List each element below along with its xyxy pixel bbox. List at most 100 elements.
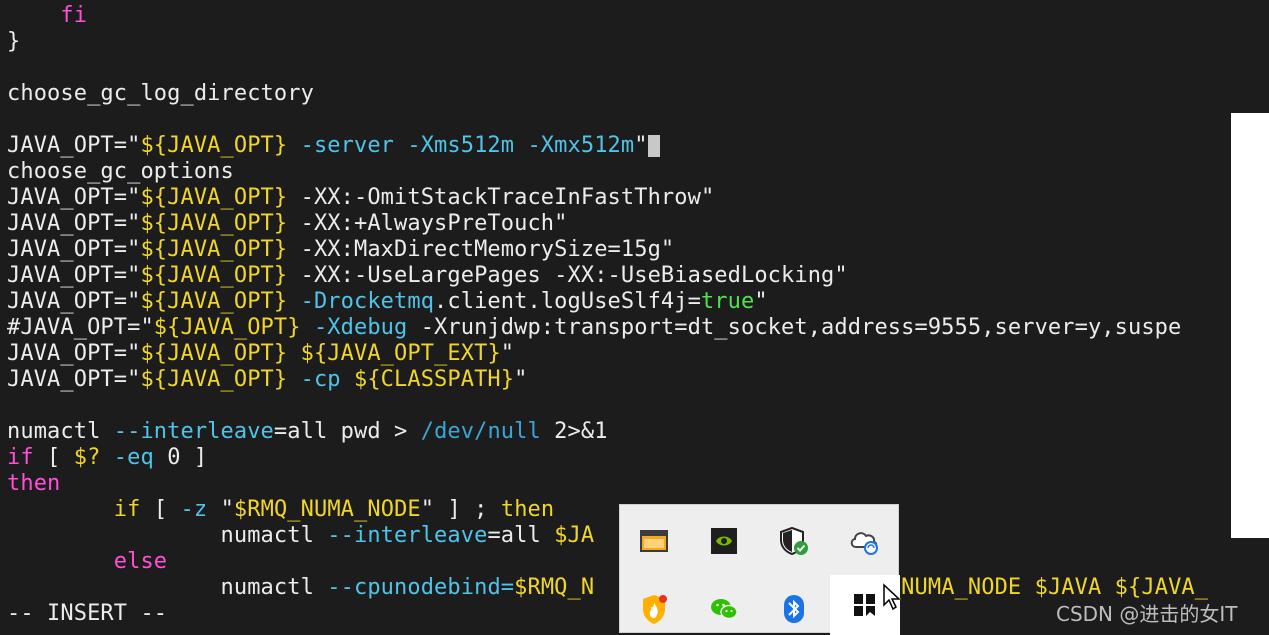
code-token: /dev/null xyxy=(420,419,541,444)
terminal-line: -- INSERT -- xyxy=(7,601,167,627)
code-token: =all pwd > xyxy=(273,419,421,444)
code-token: -XX:MaxDirectMemorySize=15g" xyxy=(287,237,675,262)
code-token: if xyxy=(7,445,34,470)
code-token: ${JAVA_OPT} xyxy=(140,341,288,366)
code-token: ${JAVA_OPT} xyxy=(140,237,288,262)
code-token: " xyxy=(754,289,768,314)
terminal-line: numactl --interleave=all pwd > /dev/null… xyxy=(7,419,608,445)
code-token: ${JAVA_OPT} xyxy=(140,211,288,236)
code-token: -cp xyxy=(287,367,354,392)
code-token: --interleave xyxy=(327,523,488,548)
system-tray-overflow-panel xyxy=(619,504,901,635)
code-token: 2>&1 xyxy=(540,419,608,444)
code-token: numactl xyxy=(7,419,114,444)
code-token: " xyxy=(514,367,528,392)
code-token: [ xyxy=(140,497,181,522)
terminal-line: else xyxy=(7,549,167,575)
terminal-line: if [ $? -eq 0 ] xyxy=(7,445,207,471)
code-token: JAVA_OPT=" xyxy=(7,211,141,236)
windows-security-icon[interactable] xyxy=(774,521,814,561)
terminal-line: JAVA_OPT="${JAVA_OPT} -XX:MaxDirectMemor… xyxy=(7,237,674,263)
code-token: ${JAVA_OPT} xyxy=(153,315,301,340)
huorong-security-icon[interactable] xyxy=(634,589,674,629)
terminal-line: choose_gc_log_directory xyxy=(7,81,314,107)
code-token: } xyxy=(7,29,21,54)
code-token: -eq xyxy=(100,445,154,470)
terminal-line: JAVA_OPT="${JAVA_OPT} -XX:-UseLargePages… xyxy=(7,263,848,289)
code-token: JAVA_OPT=" xyxy=(7,185,141,210)
code-token: 0 ] xyxy=(153,445,208,470)
terminal-line: numactl --interleave=all $JA xyxy=(7,523,595,549)
terminal-line: if [ -z "$RMQ_NUMA_NODE" ] ; then xyxy=(7,497,554,523)
code-token: " xyxy=(500,341,515,366)
watermark-text: CSDN @进击的女IT xyxy=(1056,602,1238,626)
code-token: ${JAVA_OPT_EXT} xyxy=(300,341,501,366)
code-token: ${CLASSPATH} xyxy=(353,367,515,392)
background-window-edge xyxy=(1231,113,1269,538)
code-token: $JA xyxy=(554,523,595,548)
code-token: JAVA_OPT=" xyxy=(7,133,141,158)
code-token: -- INSERT -- xyxy=(7,601,168,626)
code-token: ${JAVA_OPT} xyxy=(140,263,288,288)
code-token: " ] ; xyxy=(420,497,501,522)
code-token: -XX:-OmitStackTraceInFastThrow" xyxy=(287,185,715,210)
code-token: ${JAVA_OPT} xyxy=(140,367,288,392)
code-token: JAVA_OPT=" xyxy=(7,289,141,314)
code-token: " xyxy=(634,133,648,158)
terminal-line: choose_gc_options xyxy=(7,159,234,185)
code-token: then xyxy=(7,471,61,496)
text-cursor xyxy=(647,135,660,157)
terminal-line: JAVA_OPT="${JAVA_OPT} -XX:-OmitStackTrac… xyxy=(7,185,714,211)
terminal-line: JAVA_OPT="${JAVA_OPT} -XX:+AlwaysPreTouc… xyxy=(7,211,568,237)
code-token: " xyxy=(207,497,234,522)
code-token: ${JAVA_OPT} xyxy=(140,289,288,314)
code-token: choose_gc_options xyxy=(7,159,234,184)
code-token: -server -Xms512m -Xmx512m xyxy=(287,133,635,158)
code-token: -Xdebug xyxy=(300,315,408,340)
bluetooth-icon[interactable] xyxy=(774,589,814,629)
code-token: $RMQ_N xyxy=(514,575,595,600)
code-token: JAVA_OPT=" xyxy=(7,341,141,366)
code-token: ${JAVA_OPT} xyxy=(140,185,288,210)
code-token: [ xyxy=(33,445,74,470)
terminal-line: JAVA_OPT="${JAVA_OPT} -server -Xms512m -… xyxy=(7,133,660,159)
code-token: choose_gc_log_directory xyxy=(7,81,314,106)
code-token: =all xyxy=(487,523,555,548)
wechat-icon[interactable] xyxy=(704,589,744,629)
code-token: then xyxy=(500,497,555,522)
terminal-line: then xyxy=(7,471,60,497)
terminal-line: JAVA_OPT="${JAVA_OPT} ${JAVA_OPT_EXT}" xyxy=(7,341,514,367)
code-token: JAVA_OPT=" xyxy=(7,237,141,262)
code-token: JAVA_OPT=" xyxy=(7,263,141,288)
window-app-icon[interactable] xyxy=(634,521,674,561)
code-token: .client.logUseSlf4j= xyxy=(434,289,701,314)
terminal-line: numactl --cpunodebind=$RMQ_N RMQ_NUMA_NO… xyxy=(7,575,1208,601)
code-token: -XX:-UseLargePages -XX:-UseBiasedLocking… xyxy=(287,263,848,288)
code-token: JAVA_OPT=" xyxy=(7,367,141,392)
onedrive-sync-icon[interactable] xyxy=(844,521,884,561)
code-token: else xyxy=(113,549,168,574)
code-token: fi xyxy=(60,3,88,28)
code-token: $RMQ_NUMA_NODE xyxy=(233,497,421,522)
code-token: -z xyxy=(180,497,208,522)
code-token: --interleave xyxy=(113,419,274,444)
code-token: numactl xyxy=(7,575,328,600)
code-token: -XX:+AlwaysPreTouch" xyxy=(287,211,568,236)
mouse-pointer-icon xyxy=(883,583,901,611)
terminal-line: #JAVA_OPT="${JAVA_OPT} -Xdebug -Xrunjdwp… xyxy=(7,315,1181,341)
code-token: $? xyxy=(73,445,101,470)
app-black-icon[interactable] xyxy=(830,575,901,635)
terminal-line: fi xyxy=(7,3,87,29)
code-token: if xyxy=(113,497,141,522)
terminal-line: JAVA_OPT="${JAVA_OPT} -Drocketmq.client.… xyxy=(7,289,768,315)
terminal-line: JAVA_OPT="${JAVA_OPT} -cp ${CLASSPATH}" xyxy=(7,367,528,393)
code-token: #JAVA_OPT=" xyxy=(7,315,154,340)
code-token: -Drocketmq xyxy=(287,289,435,314)
code-token: numactl xyxy=(7,523,328,548)
code-token: true xyxy=(700,289,755,314)
nvidia-icon[interactable] xyxy=(704,521,744,561)
code-token: --cpunodebind= xyxy=(327,575,515,600)
